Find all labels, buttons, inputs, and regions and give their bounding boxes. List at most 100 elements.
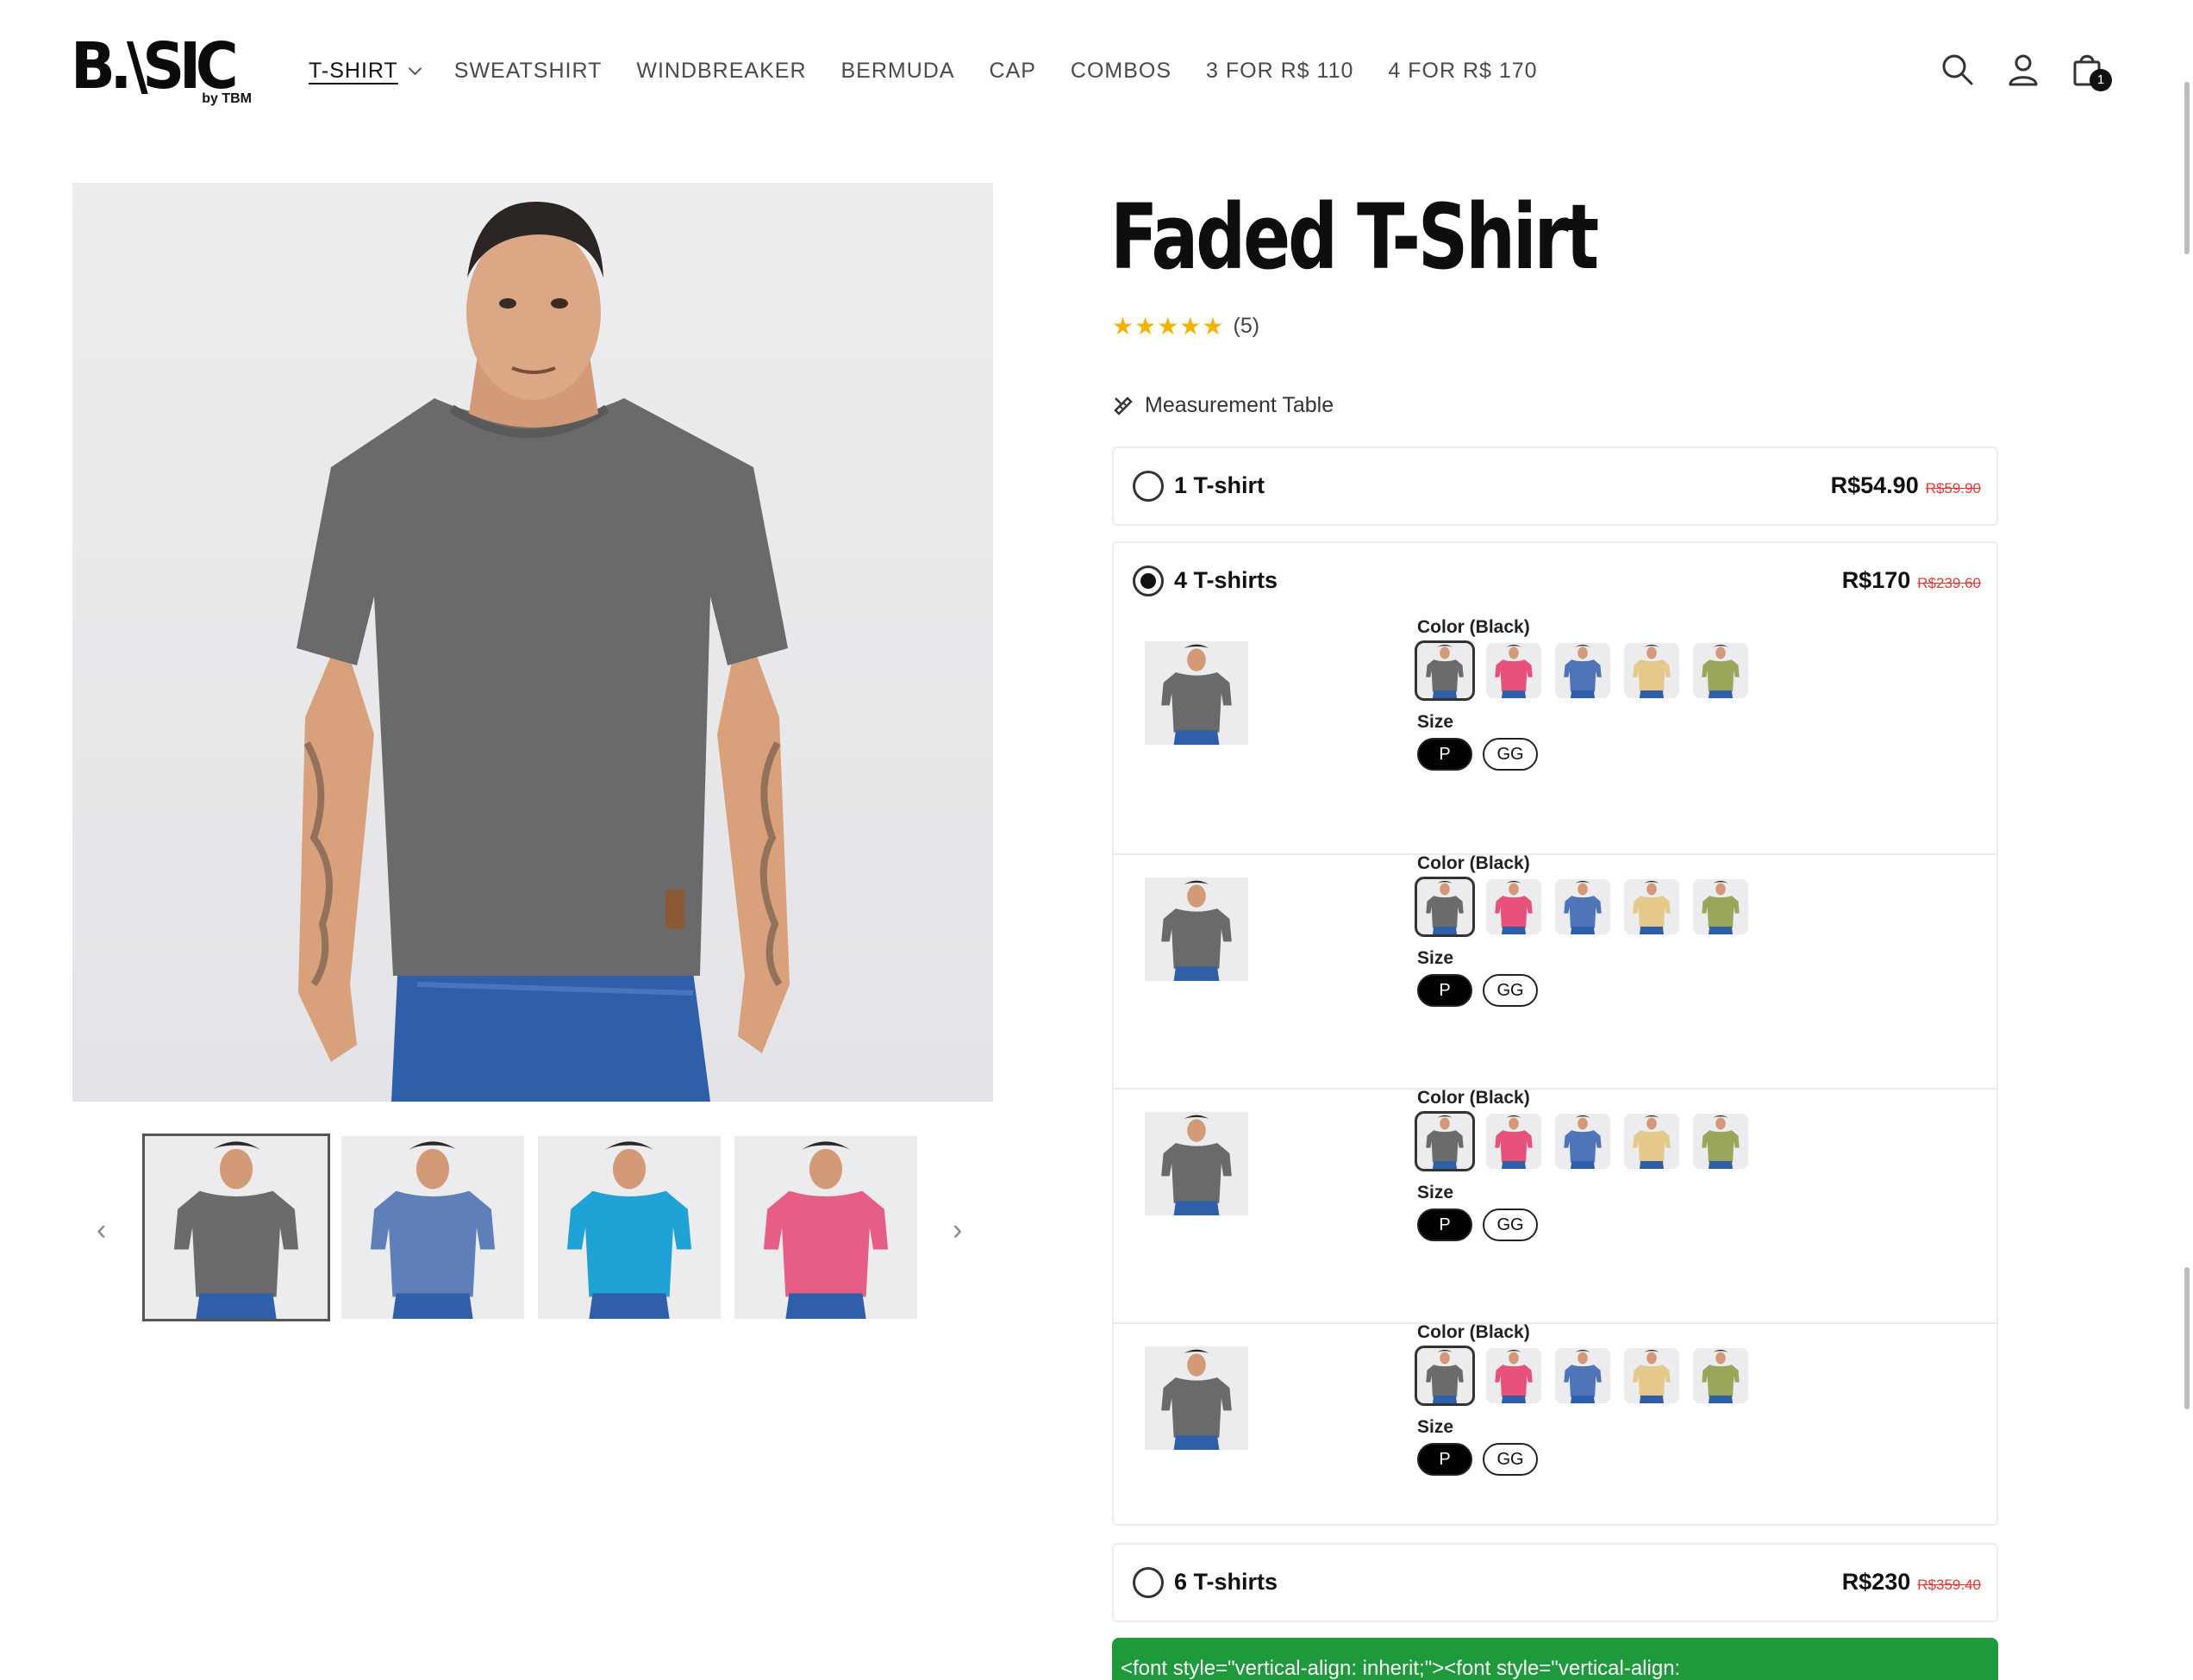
thumbnail-next-arrow[interactable]: › — [953, 1214, 962, 1247]
color-swatch[interactable] — [1624, 1114, 1679, 1169]
variant-image — [1145, 641, 1248, 745]
bundle-price: R$170 R$239.60 — [1842, 567, 1981, 594]
color-swatch[interactable] — [1415, 1346, 1475, 1406]
variant-color-label: Color (Black) — [1417, 617, 1530, 637]
color-swatch[interactable] — [1624, 643, 1679, 698]
bundle-option-4[interactable]: 4 T-shirts R$170 R$239.60 Color (Black) S… — [1112, 541, 1998, 1526]
store-logo[interactable]: B.\SIC by TBM — [71, 34, 260, 109]
size-option-p[interactable]: P — [1417, 738, 1472, 771]
variant-color-label: Color (Black) — [1417, 1322, 1530, 1342]
product-rating[interactable]: ★★★★★ (5) — [1112, 312, 1259, 340]
size-option-gg[interactable]: GG — [1483, 974, 1538, 1007]
variant-size-label: Size — [1417, 1183, 1454, 1202]
bundle-label: 6 T-shirts — [1174, 1569, 1278, 1595]
size-option-p[interactable]: P — [1417, 1208, 1472, 1241]
chevron-down-icon — [408, 61, 422, 76]
size-option-gg[interactable]: GG — [1483, 1443, 1538, 1476]
nav-item-windbreaker[interactable]: WINDBREAKER — [636, 59, 806, 84]
color-swatch[interactable] — [1693, 643, 1748, 698]
thumbnail-blue[interactable] — [341, 1136, 524, 1319]
measurement-table-label: Measurement Table — [1145, 393, 1334, 417]
thumbnail-gray[interactable] — [142, 1134, 330, 1321]
logo-subtext: by TBM — [202, 91, 252, 106]
bundle-option-6[interactable]: 6 T-shirts R$230 R$359.40 — [1112, 1543, 1998, 1622]
variant-color-label: Color (Black) — [1417, 853, 1530, 873]
nav-item-tshirt[interactable]: T-SHIRT — [309, 59, 422, 84]
nav-item-cap[interactable]: CAP — [990, 59, 1036, 84]
search-icon[interactable] — [1940, 52, 1976, 88]
thumbnail-prev-arrow[interactable]: ‹ — [97, 1214, 106, 1247]
variant-row: Color (Black) Size P GG — [1114, 1088, 1996, 1322]
thumbnail-turquoise[interactable] — [538, 1136, 721, 1319]
variant-image — [1145, 1112, 1248, 1215]
nav-item-combos[interactable]: COMBOS — [1071, 59, 1171, 84]
rating-count: (5) — [1233, 314, 1260, 338]
bundle-price: R$54.90 R$59.90 — [1831, 472, 1981, 499]
measurement-table-link[interactable]: Measurement Table — [1112, 393, 1334, 418]
color-swatch[interactable] — [1486, 1114, 1541, 1169]
variant-image — [1145, 877, 1248, 981]
old-price: R$239.60 — [1917, 575, 1981, 591]
nav-label: 3 FOR R$ 110 — [1206, 59, 1354, 83]
bundle-price: R$230 R$359.40 — [1842, 1569, 1981, 1596]
main-product-image[interactable] — [72, 183, 993, 1102]
nav-label: 4 FOR R$ 170 — [1388, 59, 1538, 83]
current-price: R$230 — [1841, 1569, 1911, 1595]
size-options: P GG — [1417, 1443, 1548, 1476]
nav-label: COMBOS — [1070, 59, 1172, 83]
bundle-radio[interactable] — [1133, 1567, 1164, 1598]
star-rating-icon: ★★★★★ — [1112, 313, 1225, 340]
color-swatch[interactable] — [1486, 1348, 1541, 1403]
old-price: R$59.90 — [1925, 480, 1981, 497]
add-to-cart-button[interactable]: <font style="vertical-align: inherit;"><… — [1112, 1638, 1998, 1680]
nav-item-bermuda[interactable]: BERMUDA — [841, 59, 955, 84]
color-swatch[interactable] — [1486, 879, 1541, 934]
color-swatch[interactable] — [1415, 640, 1475, 701]
bundle-radio[interactable] — [1133, 471, 1164, 502]
page-scrollbar-thumb[interactable] — [2184, 82, 2190, 254]
color-swatch[interactable] — [1415, 877, 1475, 937]
variant-size-label: Size — [1417, 1417, 1454, 1437]
cart-icon[interactable]: 1 — [2071, 52, 2112, 91]
color-swatch[interactable] — [1415, 1111, 1475, 1171]
variant-row: Color (Black) Size P GG — [1114, 853, 1996, 1088]
color-swatch[interactable] — [1555, 1114, 1610, 1169]
nav-item-3-for-110[interactable]: 3 FOR R$ 110 — [1206, 59, 1353, 84]
size-options: P GG — [1417, 738, 1548, 771]
nav-label: BERMUDA — [840, 59, 955, 83]
bundle-label: 4 T-shirts — [1174, 567, 1278, 593]
logo-text: B.\SIC — [71, 29, 239, 103]
color-swatch[interactable] — [1693, 1114, 1748, 1169]
color-swatches — [1415, 1346, 1762, 1406]
color-swatch[interactable] — [1624, 879, 1679, 934]
bundle-radio-selected[interactable] — [1133, 565, 1164, 596]
size-options: P GG — [1417, 1208, 1548, 1241]
color-swatch[interactable] — [1693, 1348, 1748, 1403]
size-option-gg[interactable]: GG — [1483, 1208, 1538, 1241]
nav-label: T-SHIRT — [309, 59, 398, 83]
size-option-p[interactable]: P — [1417, 974, 1472, 1007]
color-swatch[interactable] — [1486, 643, 1541, 698]
color-swatch[interactable] — [1624, 1348, 1679, 1403]
color-swatch[interactable] — [1555, 643, 1610, 698]
bundle-label: 1 T-shirt — [1174, 472, 1265, 498]
color-swatch[interactable] — [1555, 1348, 1610, 1403]
variant-color-label: Color (Black) — [1417, 1088, 1530, 1108]
bundle-option-1[interactable]: 1 T-shirt R$54.90 R$59.90 — [1112, 447, 1998, 526]
thumbnail-pink[interactable] — [734, 1136, 917, 1319]
color-swatch[interactable] — [1555, 879, 1610, 934]
size-option-gg[interactable]: GG — [1483, 738, 1538, 771]
old-price: R$359.40 — [1917, 1577, 1981, 1593]
product-title: Faded T-Shirt — [1110, 184, 1599, 290]
account-icon[interactable] — [2005, 52, 2041, 88]
nav-label: CAP — [989, 59, 1036, 83]
nav-item-4-for-170[interactable]: 4 FOR R$ 170 — [1388, 59, 1537, 84]
nav-item-sweatshirt[interactable]: SWEATSHIRT — [454, 59, 603, 84]
variant-size-label: Size — [1417, 712, 1454, 732]
page-scrollbar-track-marker — [2184, 1267, 2190, 1409]
site-header: B.\SIC by TBM T-SHIRT SWEATSHIRT WINDBRE… — [0, 0, 2193, 147]
nav-label: SWEATSHIRT — [453, 59, 603, 83]
current-price: R$54.90 — [1830, 472, 1919, 498]
color-swatch[interactable] — [1693, 879, 1748, 934]
size-option-p[interactable]: P — [1417, 1443, 1472, 1476]
